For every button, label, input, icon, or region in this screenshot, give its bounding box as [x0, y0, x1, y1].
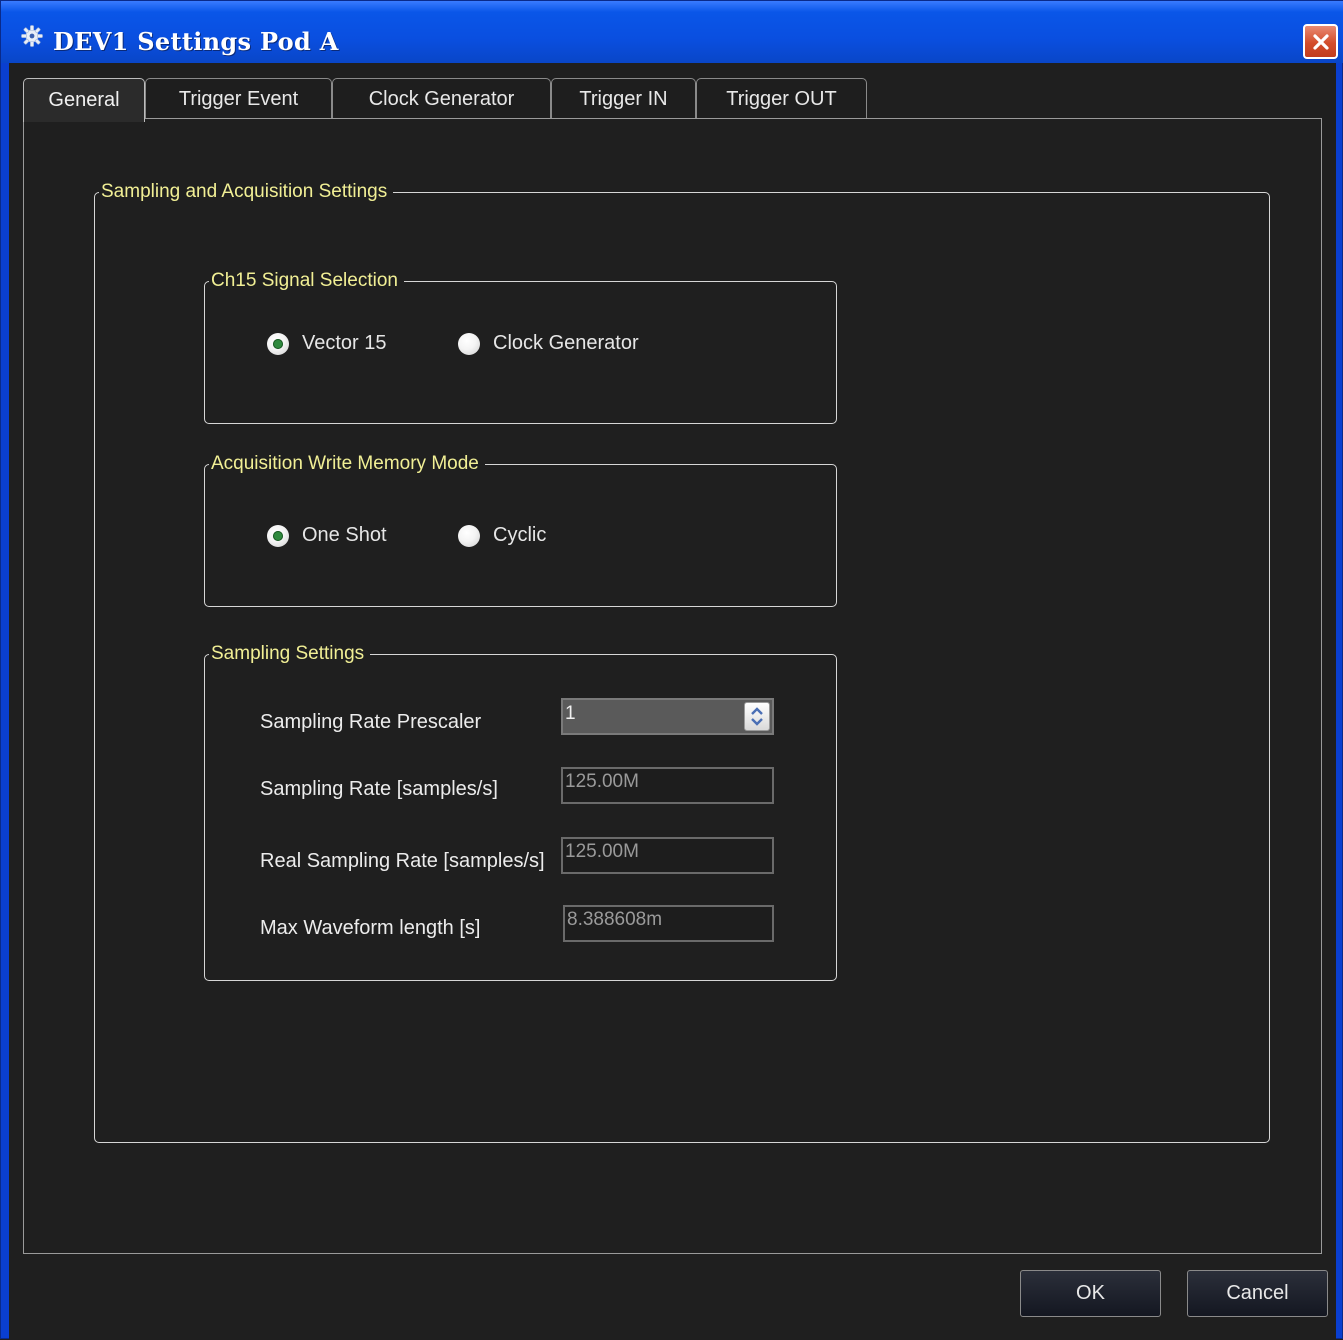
sampling-acquisition-group: Sampling and Acquisition Settings Ch15 S…	[94, 181, 1270, 1143]
acquisition-write-memory-mode-group: Acquisition Write Memory Mode One Shot C…	[204, 453, 837, 607]
close-button[interactable]	[1303, 24, 1338, 59]
tab-label: General	[48, 89, 120, 111]
tab-label: Clock Generator	[368, 88, 515, 110]
radio-one-shot[interactable]: One Shot	[267, 524, 387, 547]
radio-button[interactable]	[267, 524, 289, 547]
tab-trigger-out[interactable]: Trigger OUT	[696, 78, 867, 120]
group-title: Ch15 Signal Selection	[211, 270, 398, 291]
window-title: DEV1 Settings Pod A	[53, 27, 339, 56]
tab-trigger-event[interactable]: Trigger Event	[145, 78, 332, 120]
gear-icon	[21, 25, 43, 47]
group-title: Sampling Settings	[211, 643, 365, 664]
radio-label: One Shot	[302, 524, 387, 546]
tab-label: Trigger OUT	[726, 88, 837, 110]
radio-button[interactable]	[458, 524, 480, 547]
group-title: Sampling and Acquisition Settings	[101, 181, 388, 202]
cancel-button[interactable]: Cancel	[1187, 1270, 1328, 1317]
close-icon	[1312, 33, 1329, 50]
real-sampling-rate-label: Real Sampling Rate [samples/s]	[260, 850, 545, 872]
radio-label: Clock Generator	[493, 332, 639, 354]
sampling-rate-label: Sampling Rate [samples/s]	[260, 778, 498, 800]
dialog-body: General Trigger Event Clock Generator Tr…	[9, 63, 1336, 1340]
settings-dialog: DEV1 Settings Pod A General Trigger Even…	[0, 0, 1343, 1340]
prescaler-spinbox[interactable]: 1	[561, 698, 774, 735]
prescaler-label: Sampling Rate Prescaler	[260, 711, 482, 733]
radio-cyclic[interactable]: Cyclic	[458, 524, 546, 547]
ch15-signal-selection-group: Ch15 Signal Selection Vector 15 Clock Ge…	[204, 270, 837, 424]
tab-label: Trigger Event	[178, 88, 299, 110]
prescaler-value: 1	[565, 703, 576, 724]
tab-clock-generator[interactable]: Clock Generator	[332, 78, 551, 120]
tab-general[interactable]: General	[23, 78, 145, 122]
radio-button[interactable]	[267, 332, 289, 355]
ok-button[interactable]: OK	[1020, 1270, 1161, 1317]
spin-arrows-icon[interactable]	[744, 702, 770, 731]
radio-label: Cyclic	[493, 524, 547, 546]
tab-panel-general: Sampling and Acquisition Settings Ch15 S…	[23, 118, 1322, 1254]
max-waveform-length-label: Max Waveform length [s]	[260, 917, 481, 939]
radio-button[interactable]	[458, 332, 480, 355]
radio-label: Vector 15	[302, 332, 387, 354]
title-bar[interactable]: DEV1 Settings Pod A	[1, 1, 1343, 63]
tab-label: Trigger IN	[579, 88, 668, 110]
sampling-rate-field[interactable]: 125.00M	[561, 767, 774, 804]
tab-trigger-in[interactable]: Trigger IN	[551, 78, 696, 120]
real-sampling-rate-field[interactable]: 125.00M	[561, 837, 774, 874]
group-title: Acquisition Write Memory Mode	[211, 453, 479, 474]
max-waveform-length-field[interactable]: 8.388608m	[563, 905, 774, 942]
radio-vector-15[interactable]: Vector 15	[267, 332, 387, 355]
radio-clock-generator[interactable]: Clock Generator	[458, 332, 639, 355]
sampling-settings-group: Sampling Settings Sampling Rate Prescale…	[204, 643, 837, 981]
